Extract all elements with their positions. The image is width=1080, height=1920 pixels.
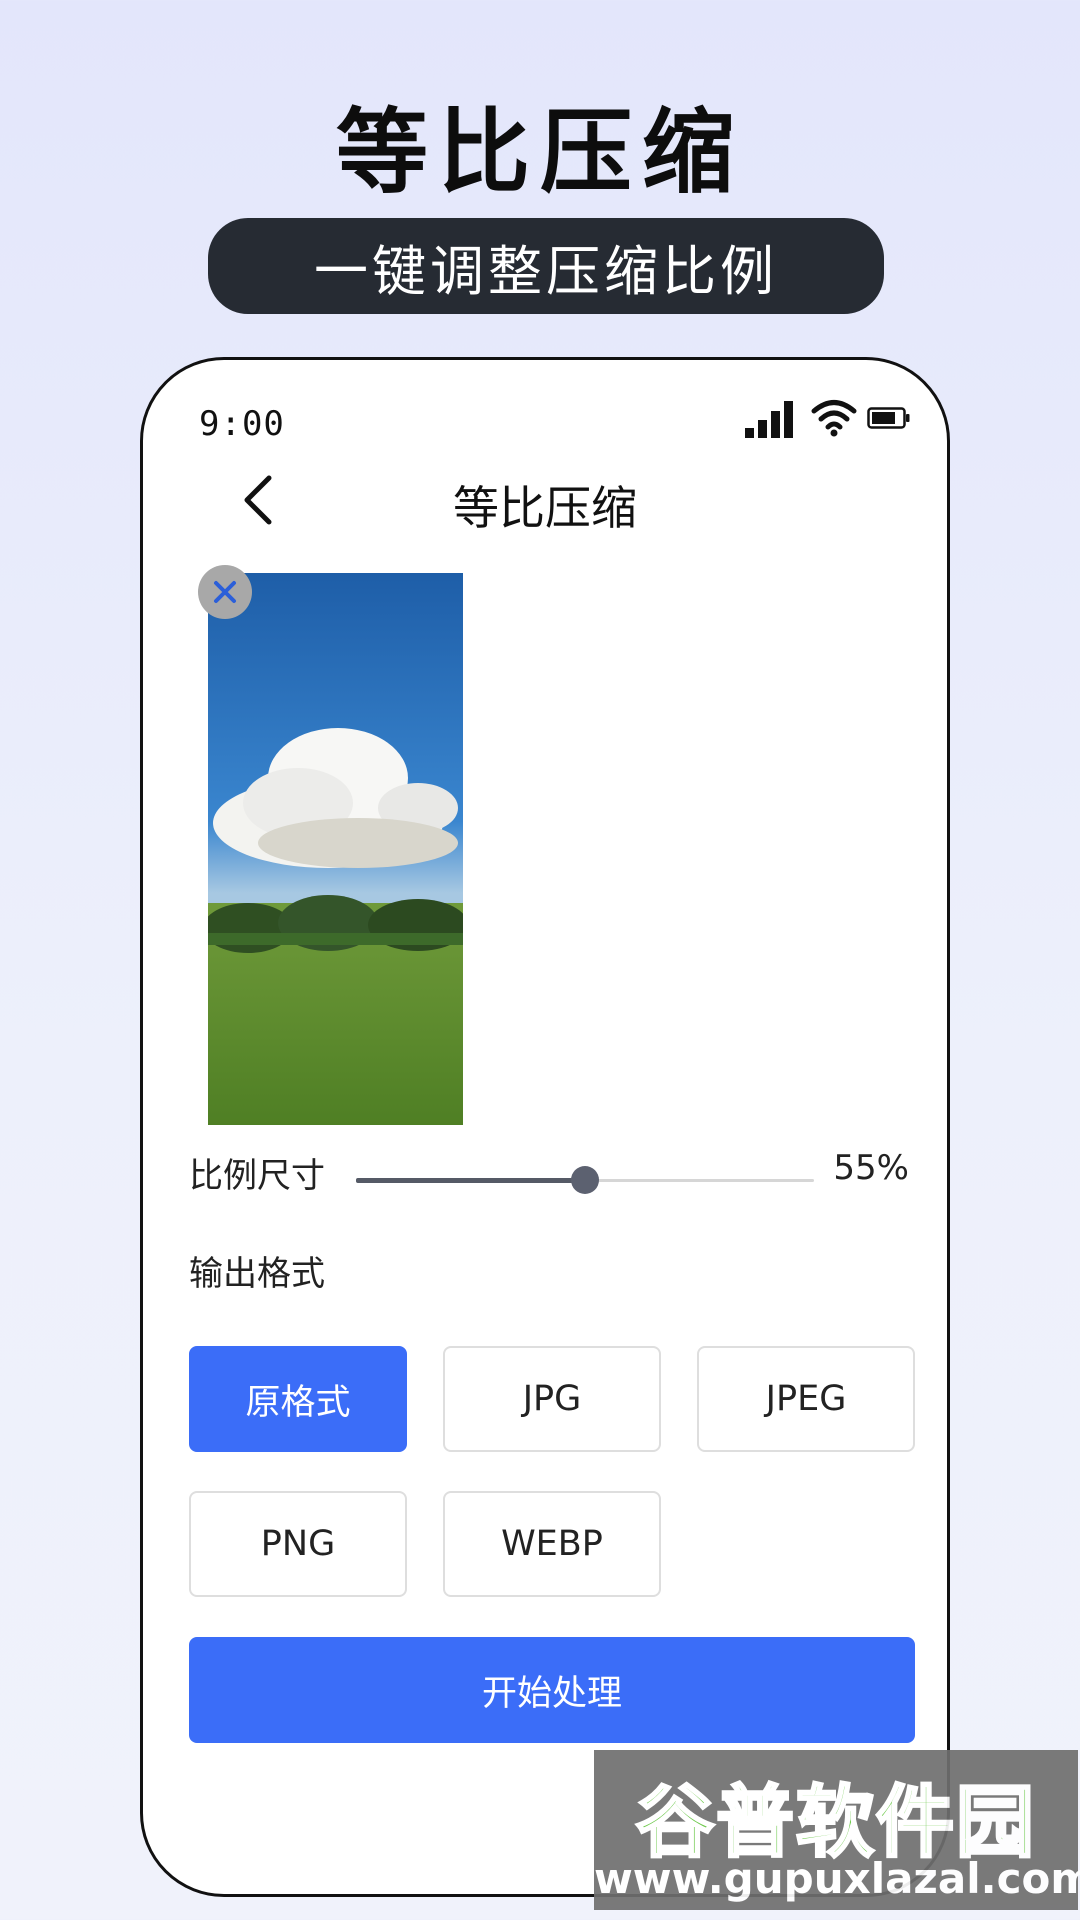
format-option-webp[interactable]: WEBP <box>443 1491 661 1597</box>
slider-fill <box>356 1178 585 1183</box>
promo-subtitle-pill: 一键调整压缩比例 <box>208 218 884 314</box>
format-label: 输出格式 <box>189 1254 325 1294</box>
start-process-button[interactable]: 开始处理 <box>189 1637 915 1743</box>
status-icons <box>745 398 911 438</box>
landscape-photo <box>208 573 463 1125</box>
ratio-value: 55% <box>833 1148 909 1188</box>
format-option-jpeg[interactable]: JPEG <box>697 1346 915 1452</box>
wifi-icon <box>811 400 857 437</box>
promo-subtitle: 一键调整压缩比例 <box>314 239 778 303</box>
ratio-slider[interactable] <box>356 1160 814 1200</box>
phone-frame: 9:00 等比压缩 比例尺寸 55% 输出格式 原格式 JPG JPEG PNG… <box>140 357 950 1897</box>
battery-icon <box>867 407 910 429</box>
image-thumbnail[interactable] <box>198 565 463 1125</box>
watermark-url: www.gupuxlazal.com <box>594 1854 1080 1903</box>
slider-knob[interactable] <box>571 1166 599 1194</box>
promo-title: 等比压缩 <box>335 99 744 206</box>
format-option-original[interactable]: 原格式 <box>189 1346 407 1452</box>
close-icon <box>214 581 236 603</box>
page-title: 等比压缩 <box>453 481 637 535</box>
format-option-jpg[interactable]: JPG <box>443 1346 661 1452</box>
status-time: 9:00 <box>199 404 285 444</box>
remove-image-button[interactable] <box>198 565 252 619</box>
ratio-label: 比例尺寸 <box>189 1156 325 1196</box>
watermark: 谷普软件园 www.gupuxlazal.com <box>594 1750 1080 1910</box>
format-option-png[interactable]: PNG <box>189 1491 407 1597</box>
signal-icon <box>745 401 793 438</box>
